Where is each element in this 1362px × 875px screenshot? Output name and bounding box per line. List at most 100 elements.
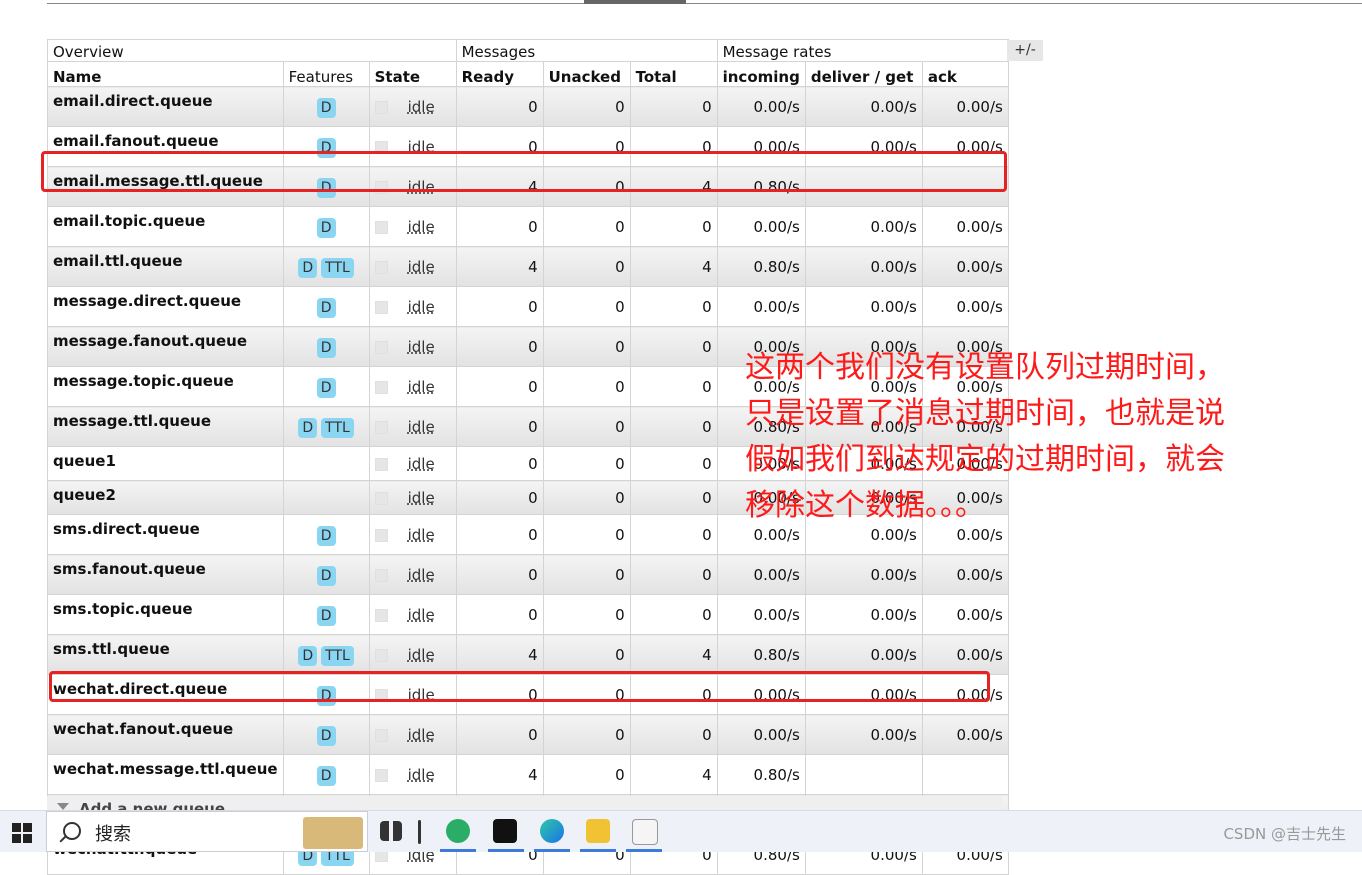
deliver-get-rate: 0.00/s (804, 246, 923, 287)
state-indicator-icon (374, 457, 388, 471)
ack-rate: 0.00/s (921, 246, 1009, 287)
queue-name-link[interactable]: email.direct.queue (47, 86, 284, 127)
ready-count: 0 (455, 554, 544, 595)
state-cell: idle (368, 326, 457, 367)
total-count: 0 (629, 514, 718, 555)
queue-name-link[interactable]: email.topic.queue (47, 206, 284, 247)
incoming-rate: 0.00/s (716, 86, 806, 127)
table-row[interactable]: sms.topic.queue Didle 0 0 0 0.00/s 0.00/s 0.00/… (47, 594, 1009, 635)
total-count: 0 (629, 554, 718, 595)
state-indicator-icon (374, 420, 388, 434)
unacked-count: 0 (542, 514, 631, 555)
total-count: 0 (629, 406, 718, 447)
col-name[interactable]: Name (47, 61, 284, 87)
unacked-count: 0 (542, 754, 631, 795)
group-overview: Overview (47, 39, 457, 62)
queue-name-link[interactable]: sms.topic.queue (47, 594, 284, 635)
queue-name-link[interactable]: message.fanout.queue (47, 326, 284, 367)
queue-name-link[interactable]: message.ttl.queue (47, 406, 284, 447)
features-cell: D TTL (282, 246, 370, 287)
annotation-line: 这两个我们没有设置队列过期时间， (745, 350, 1225, 385)
state-cell: idle (368, 480, 457, 515)
state-indicator-icon (374, 768, 388, 782)
state-cell: idle (368, 554, 457, 595)
wechat-icon[interactable] (446, 819, 470, 843)
file-explorer-icon[interactable] (586, 819, 610, 843)
durable-badge: D (316, 606, 336, 626)
col-unacked[interactable]: Unacked (542, 61, 631, 87)
col-deliver-get[interactable]: deliver / get (804, 61, 923, 87)
queue-name-link[interactable]: sms.fanout.queue (47, 554, 284, 595)
features-cell: D (282, 594, 370, 635)
col-ready[interactable]: Ready (455, 61, 544, 87)
unacked-count: 0 (542, 634, 631, 675)
features-cell: D (282, 554, 370, 595)
incoming-rate: 0.00/s (716, 286, 806, 327)
search-highlight-illustration (303, 817, 363, 849)
table-row[interactable]: email.ttl.queue D TTL idle 4 0 4 0.80/s 0.00/s 0.… (47, 246, 1009, 287)
state-indicator-icon (374, 380, 388, 394)
queue-name-link[interactable]: message.direct.queue (47, 286, 284, 327)
state-cell: idle (368, 86, 457, 127)
deliver-get-rate: 0.00/s (804, 206, 923, 247)
ready-count: 0 (455, 446, 544, 481)
state-label: idle (407, 297, 435, 316)
table-row[interactable]: wechat.fanout.queue Didle 0 0 0 0.00/s 0.00/s 0… (47, 714, 1009, 755)
table-row[interactable]: sms.ttl.queue D TTL idle 4 0 4 0.80/s 0.00/s 0.00… (47, 634, 1009, 675)
col-ack[interactable]: ack (921, 61, 1009, 87)
table-row[interactable]: message.direct.queue Didle 0 0 0 0.00/s 0.00/s… (47, 286, 1009, 327)
ack-rate: 0.00/s (921, 634, 1009, 675)
ready-count: 0 (455, 366, 544, 407)
col-features: Features (282, 61, 370, 87)
state-cell: idle (368, 286, 457, 327)
queue-name-link[interactable]: sms.ttl.queue (47, 634, 284, 675)
windows-start-icon[interactable] (12, 823, 32, 843)
features-cell: D (282, 86, 370, 127)
state-label: idle (407, 337, 435, 356)
edge-icon[interactable] (540, 819, 564, 843)
state-label: idle (407, 217, 435, 236)
state-cell: idle (368, 206, 457, 247)
total-count: 0 (629, 446, 718, 481)
table-row[interactable]: sms.fanout.queue Didle 0 0 0 0.00/s 0.00/s 0.00… (47, 554, 1009, 595)
features-cell: D (282, 286, 370, 327)
toggle-columns-button[interactable]: +/- (1007, 40, 1043, 61)
state-label: idle (407, 605, 435, 624)
unacked-count: 0 (542, 86, 631, 127)
task-view-icon[interactable] (380, 821, 402, 841)
ack-rate: 0.00/s (921, 86, 1009, 127)
search-placeholder: 搜索 (95, 824, 131, 845)
incoming-rate: 0.00/s (716, 206, 806, 247)
col-incoming[interactable]: incoming (716, 61, 806, 87)
queue-name-link[interactable]: message.topic.queue (47, 366, 284, 407)
collapse-arrow-icon (57, 803, 69, 810)
table-row[interactable]: email.topic.queue Didle 0 0 0 0.00/s 0.00/s 0.0… (47, 206, 1009, 247)
table-row[interactable]: email.direct.queue Didle 0 0 0 0.00/s 0.00/s 0.… (47, 86, 1009, 127)
durable-badge: D (298, 646, 318, 666)
incoming-rate: 0.80/s (716, 634, 806, 675)
queue-name-link[interactable]: sms.direct.queue (47, 514, 284, 555)
col-state[interactable]: State (368, 61, 457, 87)
durable-badge: D (298, 258, 318, 278)
ack-rate: 0.00/s (921, 206, 1009, 247)
queue-name-link[interactable]: queue2 (47, 480, 284, 515)
ack-rate: 0.00/s (921, 714, 1009, 755)
state-cell: idle (368, 754, 457, 795)
annotation-text: 这两个我们没有设置队列过期时间， 只是设置了消息过期时间，也就是说 假如我们到达… (745, 345, 1225, 529)
queue-name-link[interactable]: queue1 (47, 446, 284, 481)
col-total[interactable]: Total (629, 61, 718, 87)
state-indicator-icon (374, 260, 388, 274)
intellij-icon[interactable] (493, 819, 517, 843)
queue-name-link[interactable]: wechat.fanout.queue (47, 714, 284, 755)
queue-name-link[interactable]: wechat.message.ttl.queue (47, 754, 284, 795)
state-label: idle (407, 525, 435, 544)
queue-name-link[interactable]: email.ttl.queue (47, 246, 284, 287)
taskbar-search-box[interactable]: 搜索 (46, 811, 368, 852)
durable-badge: D (316, 378, 336, 398)
typora-icon[interactable] (632, 819, 658, 845)
ttl-badge: TTL (321, 418, 354, 438)
table-row[interactable]: wechat.message.ttl.queue Didle 4 0 4 0.80/s (47, 754, 1009, 795)
total-count: 0 (629, 286, 718, 327)
features-cell: D (282, 514, 370, 555)
ready-count: 0 (455, 286, 544, 327)
